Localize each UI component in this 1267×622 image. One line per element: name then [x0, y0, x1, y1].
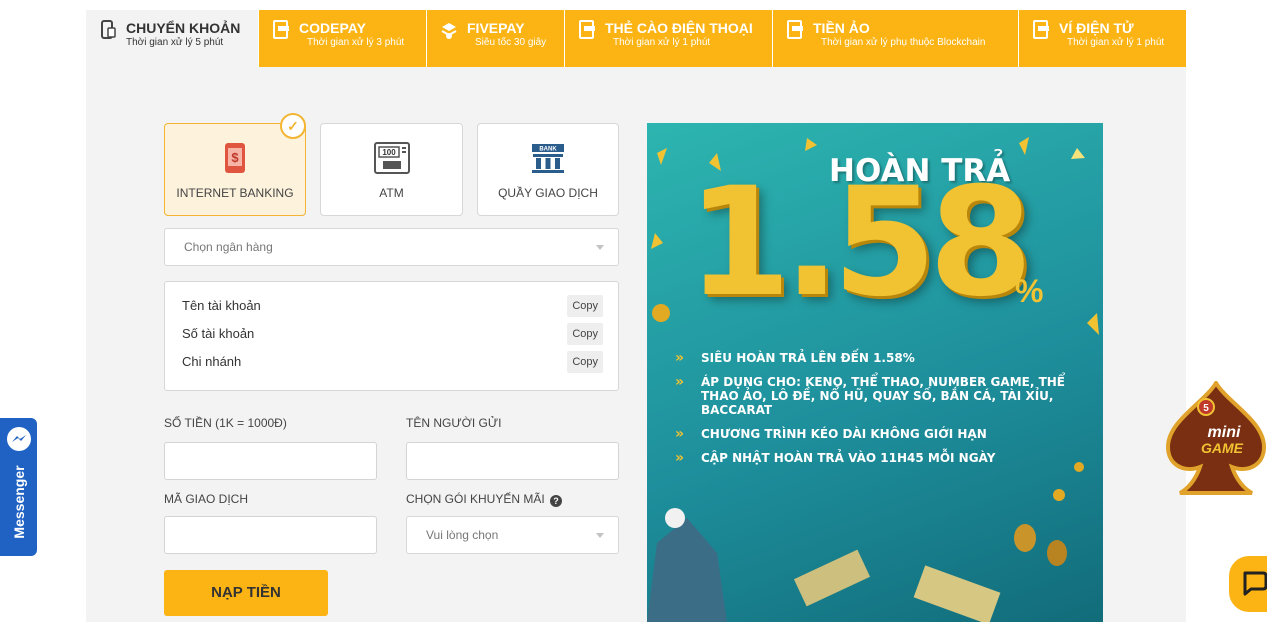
double-chevron-icon: » [675, 374, 685, 390]
atm-icon-text: 100 [382, 148, 396, 157]
tab-subtitle: Thời gian xử lý 5 phút [126, 37, 224, 48]
payment-tabs: CHUYỂN KHOẢN Thời gian xử lý 5 phút CODE… [86, 10, 1186, 67]
copy-branch-button[interactable]: Copy [567, 351, 603, 373]
bank-icon-text: BANK [539, 147, 557, 153]
tab-chuyen-khoan[interactable]: CHUYỂN KHOẢN Thời gian xử lý 5 phút [86, 10, 259, 67]
card-icon [1033, 20, 1049, 39]
double-chevron-icon: » [675, 450, 685, 466]
help-icon[interactable]: ? [550, 495, 563, 507]
mini-game-badge: 5 [1203, 403, 1209, 414]
tab-title: FIVEPAY [467, 20, 525, 36]
transaction-code-input[interactable] [164, 516, 377, 554]
double-chevron-icon: » [675, 426, 685, 442]
card-icon [787, 20, 803, 39]
tab-title: CHUYỂN KHOẢN [126, 20, 241, 36]
mini-game-line2: GAME [1201, 440, 1244, 456]
tab-fivepay[interactable]: FIVEPAY Siêu tốc 30 giây [427, 10, 565, 67]
card-icon [273, 20, 289, 39]
sender-label: TÊN NGƯỜI GỬI [406, 416, 502, 430]
promo-label-wrap: CHỌN GÓI KHUYẾN MÃI ? [406, 492, 563, 507]
bank-building-icon: BANK [532, 144, 564, 173]
transaction-code-label: MÃ GIAO DỊCH [164, 492, 249, 506]
spade-icon: 5 mini GAME [1165, 379, 1267, 495]
chat-button[interactable] [1229, 556, 1267, 612]
promo-banner[interactable]: HOÀN TRẢ 1.58 % » SIÊU HOÀN TRẢ LÊN ĐẾN 1… [647, 123, 1103, 622]
tab-subtitle: Thời gian xử lý 1 phút [613, 37, 711, 48]
tab-subtitle: Thời gian xử lý 1 phút [1067, 37, 1165, 48]
account-info-box: Tên tài khoản Copy Số tài khoản Copy Chi… [164, 281, 619, 391]
account-info-row: Chi nhánh Copy [165, 350, 618, 374]
method-label: QUẦY GIAO DỊCH [498, 186, 598, 200]
messenger-label: Messenger [11, 465, 27, 539]
messenger-button[interactable]: Messenger [0, 418, 37, 556]
stack-icon [441, 23, 457, 39]
banner-big-number: 1.58 [687, 156, 1033, 330]
sender-name-input[interactable] [406, 442, 619, 480]
tab-the-cao-dien-thoai[interactable]: THẺ CÀO ĐIỆN THOẠI Thời gian xử lý 1 phú… [565, 10, 773, 67]
mini-game-button[interactable]: 5 mini GAME [1165, 379, 1267, 499]
banner-bullet: » SIÊU HOÀN TRẢ LÊN ĐẾN 1.58% [675, 350, 915, 366]
tab-subtitle: Thời gian xử lý phụ thuộc Blockchain [821, 37, 986, 48]
tab-subtitle: Siêu tốc 30 giây [475, 37, 547, 48]
chevron-down-icon [596, 533, 604, 538]
branch-label: Chi nhánh [182, 354, 242, 369]
amount-input[interactable] [164, 442, 377, 480]
bank-select-placeholder: Chọn ngân hàng [184, 240, 273, 254]
account-number-label: Số tài khoản [182, 326, 255, 341]
deposit-submit-button[interactable]: NẠP TIỀN [164, 570, 328, 616]
tab-title: THẺ CÀO ĐIỆN THOẠI [605, 20, 753, 36]
double-chevron-icon: » [675, 350, 685, 366]
chat-icon [1243, 571, 1267, 596]
mobile-bank-icon [101, 20, 116, 39]
account-info-row: Số tài khoản Copy [165, 322, 618, 346]
account-name-label: Tên tài khoản [182, 298, 261, 313]
banner-bullet: » CẬP NHẬT HOÀN TRẢ VÀO 11H45 MỖI NGÀY [675, 450, 996, 466]
amount-label: SỐ TIỀN (1K = 1000Đ) [164, 416, 287, 430]
tab-codepay[interactable]: CODEPAY Thời gian xử lý 3 phút [259, 10, 427, 67]
check-icon: ✓ [280, 113, 306, 139]
tab-title: VÍ ĐIỆN TỬ [1059, 20, 1134, 36]
chevron-down-icon [596, 245, 604, 250]
account-info-row: Tên tài khoản Copy [165, 294, 618, 318]
method-label: INTERNET BANKING [176, 186, 294, 200]
banner-bullet: » CHƯƠNG TRÌNH KÉO DÀI KHÔNG GIỚI HẠN [675, 426, 987, 442]
tab-tien-ao[interactable]: TIỀN ẢO Thời gian xử lý phụ thuộc Blockc… [773, 10, 1019, 67]
method-label: ATM [379, 186, 404, 200]
banner-bullets: » SIÊU HOÀN TRẢ LÊN ĐẾN 1.58% » ÁP DỤNG CH… [675, 351, 1095, 475]
internet-banking-icon: $ [225, 143, 245, 173]
tab-subtitle: Thời gian xử lý 3 phút [307, 37, 405, 48]
tab-title: CODEPAY [299, 20, 366, 36]
copy-account-name-button[interactable]: Copy [567, 295, 603, 317]
banner-bullet: » ÁP DỤNG CHO: KENO, THỂ THAO, NUMBER GAM… [675, 374, 1065, 417]
promo-select-placeholder: Vui lòng chọn [426, 528, 499, 542]
card-icon [579, 20, 595, 39]
tab-vi-dien-tu[interactable]: VÍ ĐIỆN TỬ Thời gian xử lý 1 phút [1019, 10, 1186, 67]
promo-label: CHỌN GÓI KHUYẾN MÃI [406, 492, 545, 506]
bank-select[interactable]: Chọn ngân hàng [164, 228, 619, 266]
copy-account-number-button[interactable]: Copy [567, 323, 603, 345]
banner-percent: % [1015, 273, 1044, 309]
method-quay-giao-dich[interactable]: BANK QUẦY GIAO DỊCH [477, 123, 619, 216]
method-atm[interactable]: 100 ATM [320, 123, 463, 216]
tab-title: TIỀN ẢO [813, 20, 870, 36]
svg-text:$: $ [231, 150, 239, 165]
promo-select[interactable]: Vui lòng chọn [406, 516, 619, 554]
mini-game-line1: mini [1208, 424, 1241, 441]
method-internet-banking[interactable]: ✓ $ INTERNET BANKING [164, 113, 306, 216]
atm-icon: 100 [373, 142, 410, 174]
